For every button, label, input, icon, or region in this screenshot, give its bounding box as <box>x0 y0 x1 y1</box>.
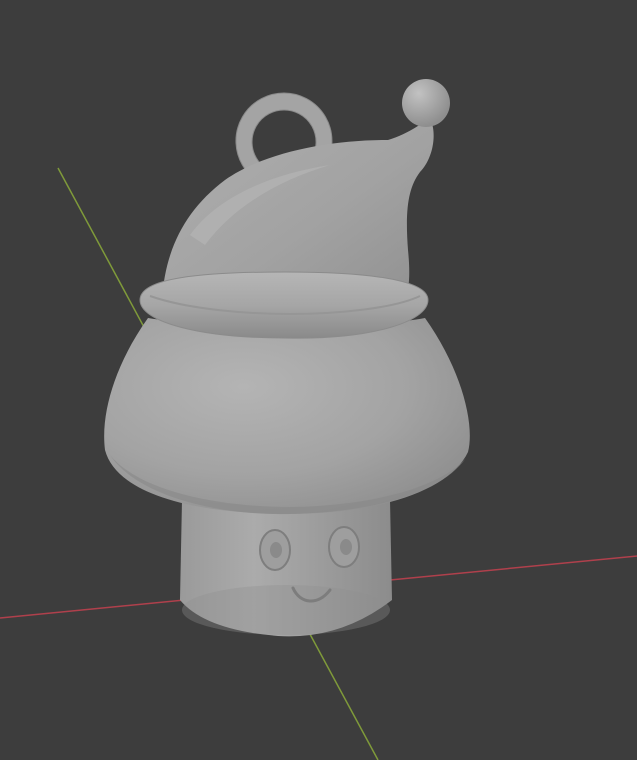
viewport-canvas[interactable] <box>0 0 637 760</box>
left-pupil <box>270 542 282 558</box>
mushroom-cap <box>104 318 470 515</box>
3d-viewport[interactable] <box>0 0 637 760</box>
hat-pompom <box>402 79 450 127</box>
stem-bottom-shade <box>182 585 390 635</box>
right-pupil <box>340 539 352 555</box>
